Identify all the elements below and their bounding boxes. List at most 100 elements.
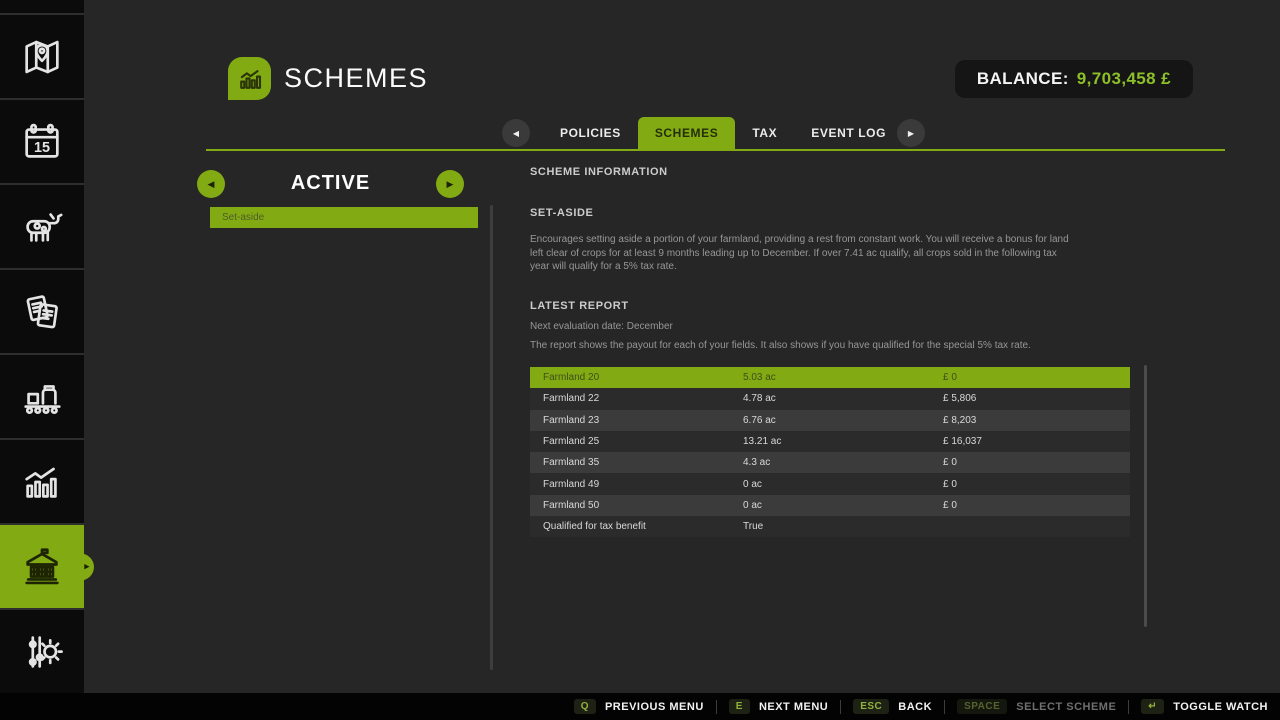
right-arrow-icon: ▶: [908, 129, 914, 138]
balance-label: BALANCE:: [977, 69, 1069, 89]
cell-payout: £ 16,037: [943, 436, 1130, 447]
finances-icon: [19, 544, 65, 590]
sidebar-item-animals[interactable]: [0, 185, 84, 268]
sidebar-item-statistics[interactable]: [0, 440, 84, 523]
sidebar-item-contracts[interactable]: [0, 270, 84, 353]
tabs-next-button[interactable]: ▶: [897, 119, 925, 147]
cell-payout: £ 0: [943, 457, 1130, 468]
hotkey-hint-select-scheme: SPACE SELECT SCHEME: [957, 699, 1116, 714]
tabs-prev-button[interactable]: ◀: [502, 119, 530, 147]
cell-area: 5.03 ac: [743, 372, 943, 383]
hotkey-bar: Q PREVIOUS MENU ENEXT MENU ESC BACK SPACE SELE…: [0, 693, 1280, 720]
page-title: SCHEMES: [284, 63, 428, 94]
content-scrollbar[interactable]: [1144, 365, 1147, 627]
right-arrow-icon: ▶: [447, 179, 454, 190]
contracts-icon: [19, 289, 65, 335]
table-row[interactable]: Farmland 500 ac£ 0: [530, 495, 1130, 516]
schemes-app-icon: [228, 57, 271, 100]
cell-name: Farmland 25: [530, 436, 743, 447]
report-note: The report shows the payout for each of …: [530, 339, 1078, 353]
table-row[interactable]: Farmland 354.3 ac£ 0: [530, 452, 1130, 473]
active-panel-title: ACTIVE: [225, 172, 436, 195]
cell-name: Farmland 20: [530, 372, 743, 383]
table-row[interactable]: Farmland 236.76 ac£ 8,203: [530, 410, 1130, 431]
settings-icon: [19, 629, 65, 675]
cell-name: Qualified for tax benefit: [530, 521, 743, 532]
tab-schemes[interactable]: SCHEMES: [638, 117, 736, 149]
statistics-icon: [19, 459, 65, 505]
sidebar-item-map[interactable]: [0, 15, 84, 98]
cell-area: 4.78 ac: [743, 393, 943, 404]
hotkey-hint-back: ESC BACK: [853, 699, 932, 714]
tab-tax[interactable]: TAX: [735, 117, 794, 149]
left-arrow-icon: ◀: [208, 179, 215, 190]
active-scheme-list: Set-aside: [210, 207, 478, 230]
sidebar-item-calendar[interactable]: 15: [0, 100, 84, 183]
hotkey-hint-next-menu: ENEXT MENU: [729, 699, 828, 714]
panel-divider: [490, 205, 493, 670]
cell-area: 0 ac: [743, 500, 943, 511]
tab-underline: [206, 149, 1225, 151]
hotkey-label: BACK: [898, 701, 932, 713]
cell-payout: £ 0: [943, 479, 1130, 490]
production-icon: [19, 374, 65, 420]
hotkey-label: TOGGLE WATCH: [1173, 701, 1268, 713]
cell-payout: £ 5,806: [943, 393, 1130, 404]
cell-payout: £ 0: [943, 500, 1130, 511]
table-row[interactable]: Farmland 2513.21 ac£ 16,037: [530, 431, 1130, 452]
cell-payout: £ 8,203: [943, 415, 1130, 426]
svg-text:15: 15: [34, 139, 50, 155]
hint-divider: [840, 700, 841, 714]
hint-divider: [716, 700, 717, 714]
balance-badge: BALANCE: 9,703,458 £: [955, 60, 1193, 98]
cell-area: 4.3 ac: [743, 457, 943, 468]
key-badge: Q: [574, 699, 596, 714]
table-row[interactable]: Farmland 224.78 ac£ 5,806: [530, 388, 1130, 409]
cell-name: Farmland 23: [530, 415, 743, 426]
sidebar: 15 ▶: [0, 0, 84, 693]
scheme-description: Encourages setting aside a portion of yo…: [530, 233, 1078, 274]
hotkey-label: SELECT SCHEME: [1016, 701, 1116, 713]
sidebar-item-finances[interactable]: ▶: [0, 525, 84, 608]
cell-payout: £ 0: [943, 372, 1130, 383]
cell-name: Farmland 50: [530, 500, 743, 511]
cell-area: 0 ac: [743, 479, 943, 490]
sidebar-item-settings[interactable]: [0, 610, 84, 693]
active-item-notch: ▶: [67, 553, 94, 580]
active-list-next-button[interactable]: ▶: [436, 170, 464, 198]
sidebar-item-production[interactable]: [0, 355, 84, 438]
calendar-icon: 15: [19, 119, 65, 165]
report-table: Farmland 205.03 ac£ 0Farmland 224.78 ac£…: [530, 367, 1130, 537]
report-title: LATEST REPORT: [530, 300, 629, 312]
key-badge: SPACE: [957, 699, 1007, 714]
tab-event-log[interactable]: EVENT LOG: [794, 117, 903, 149]
evaluation-date: Next evaluation date: December: [530, 320, 1078, 334]
key-badge: ESC: [853, 699, 889, 714]
sidebar-partial-cell: [0, 0, 84, 13]
cell-area: 6.76 ac: [743, 415, 943, 426]
cell-area: True: [743, 521, 943, 532]
cell-area: 13.21 ac: [743, 436, 943, 447]
table-row[interactable]: Qualified for tax benefitTrue: [530, 516, 1130, 537]
table-row[interactable]: Farmland 205.03 ac£ 0: [530, 367, 1130, 388]
map-icon: [19, 34, 65, 80]
section-title: SCHEME INFORMATION: [530, 166, 668, 178]
table-row[interactable]: Farmland 490 ac£ 0: [530, 473, 1130, 494]
hotkey-hint-toggle-watch: ↵TOGGLE WATCH: [1141, 699, 1268, 714]
scheme-list-item[interactable]: Set-aside: [210, 207, 478, 228]
hint-divider: [944, 700, 945, 714]
right-arrow-icon: ▶: [84, 563, 89, 571]
cell-name: Farmland 49: [530, 479, 743, 490]
chart-bubble-icon: [235, 64, 265, 94]
active-list-prev-button[interactable]: ◀: [197, 170, 225, 198]
hotkey-hint-previous-menu: Q PREVIOUS MENU: [574, 699, 704, 714]
hotkey-label: NEXT MENU: [759, 701, 828, 713]
tab-policies[interactable]: POLICIES: [543, 117, 638, 149]
hint-divider: [1128, 700, 1129, 714]
schemes-screen: 15 ▶ SCHEMES BALANCE: 9,703,458 £ ◀ POLIC…: [0, 0, 1280, 720]
hotkey-label: PREVIOUS MENU: [605, 701, 704, 713]
tab-bar: POLICIESSCHEMESTAXEVENT LOG: [543, 117, 903, 149]
animals-icon: [19, 204, 65, 250]
cell-name: Farmland 22: [530, 393, 743, 404]
balance-value: 9,703,458 £: [1077, 69, 1171, 89]
